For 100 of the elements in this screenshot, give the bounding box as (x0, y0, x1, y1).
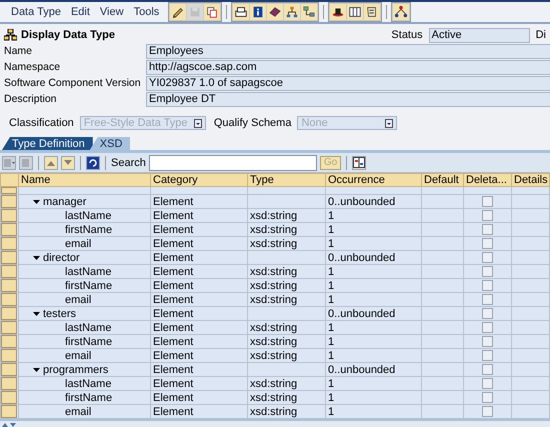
checkbox[interactable] (482, 294, 493, 306)
row-selector[interactable] (1, 349, 17, 362)
occurrence-cell: 1 (328, 350, 334, 362)
type-cell: xsd:string (250, 210, 298, 222)
tab[interactable]: Type Definition (2, 137, 93, 150)
insert-icon[interactable] (2, 156, 16, 170)
row-selector[interactable] (1, 321, 17, 334)
column-header[interactable]: Name (18, 174, 150, 186)
checkbox[interactable] (482, 238, 493, 250)
node-name[interactable]: email (65, 350, 92, 362)
menu-item[interactable]: Data Type (6, 6, 66, 18)
columns-icon[interactable] (347, 4, 364, 20)
column-header[interactable]: Default (422, 174, 464, 186)
checkbox[interactable] (482, 364, 493, 376)
search-label: Search (111, 156, 146, 168)
column-header[interactable]: Category (150, 174, 248, 186)
category-cell: Element (153, 364, 194, 376)
column-header[interactable]: Deleta... (464, 174, 512, 186)
row-selector[interactable] (1, 223, 17, 236)
tree-icon[interactable] (393, 4, 410, 20)
type-cell: xsd:string (250, 392, 298, 404)
category-cell: Element (153, 196, 194, 208)
occurrence-cell: 1 (328, 210, 334, 222)
row-selector[interactable] (1, 307, 17, 320)
type-cell: xsd:string (250, 350, 298, 362)
caret-icon[interactable] (33, 366, 40, 372)
category-cell: Element (153, 252, 194, 264)
checkbox[interactable] (482, 196, 493, 208)
hat-icon[interactable] (330, 4, 346, 20)
category-cell: Element (153, 322, 194, 334)
checkbox[interactable] (482, 406, 493, 418)
row-selector[interactable] (1, 209, 17, 222)
checkbox[interactable] (482, 266, 493, 278)
field-label: Software Component Version (4, 76, 142, 90)
checkbox[interactable] (482, 322, 493, 334)
scroll-icon[interactable] (364, 4, 380, 20)
type-cell: xsd:string (250, 280, 298, 292)
occurrence-cell: 1 (328, 322, 334, 334)
column-header[interactable]: Type (248, 174, 326, 186)
row-selector[interactable] (1, 293, 17, 306)
page-title: Display Data Type (21, 29, 116, 41)
checkbox[interactable] (482, 336, 493, 348)
text-field[interactable]: YI029837 1.0 of sapagscoe (146, 76, 550, 91)
checkbox[interactable] (482, 224, 493, 236)
menu-item[interactable]: View (94, 6, 129, 18)
menu-item[interactable]: Tools (128, 6, 164, 18)
category-cell: Element (153, 294, 194, 306)
row-selector[interactable] (1, 279, 17, 292)
up-icon[interactable] (44, 156, 58, 170)
checkbox[interactable] (482, 350, 493, 362)
column-header[interactable]: Occurrence (326, 174, 422, 186)
caret-icon[interactable] (33, 254, 40, 260)
field-label: Classification (9, 117, 74, 129)
text-field[interactable]: Employees (146, 44, 550, 59)
down-icon[interactable] (61, 156, 75, 170)
node-name[interactable]: email (65, 406, 92, 418)
node-name[interactable]: email (65, 238, 92, 250)
info-icon[interactable] (250, 4, 266, 20)
checkbox[interactable] (482, 210, 493, 222)
field-label: Description (4, 92, 58, 106)
row-selector[interactable] (1, 363, 17, 376)
row-selector[interactable] (1, 265, 17, 278)
search-field[interactable] (148, 154, 317, 170)
column-header[interactable]: Details (512, 174, 550, 186)
network-icon[interactable] (301, 4, 318, 20)
row-selector[interactable] (1, 405, 17, 418)
row-selector[interactable] (2, 188, 17, 194)
book-icon[interactable] (267, 4, 284, 20)
text-field[interactable]: Employee DT (146, 92, 550, 107)
checkbox[interactable] (482, 252, 493, 264)
checkbox[interactable] (482, 308, 493, 320)
resize-icon[interactable] (2, 422, 18, 427)
row-selector[interactable] (1, 377, 17, 390)
occurrence-cell: 1 (328, 378, 334, 390)
caret-icon[interactable] (33, 198, 40, 204)
category-cell: Element (153, 210, 194, 222)
menu-item[interactable]: Edit (66, 6, 95, 18)
checkbox[interactable] (482, 378, 493, 390)
hierarchy-icon[interactable] (284, 4, 300, 20)
tab[interactable]: XSD (90, 137, 130, 150)
field-label: Namespace (4, 60, 62, 74)
category-cell: Element (153, 336, 194, 348)
row-selector[interactable] (1, 335, 17, 348)
refresh-icon[interactable] (86, 156, 100, 170)
delete-icon[interactable] (19, 156, 33, 170)
copy-icon[interactable] (204, 4, 220, 20)
text-field[interactable]: http://agscoe.sap.com (146, 60, 550, 75)
print-icon[interactable] (233, 4, 250, 20)
row-selector[interactable] (1, 251, 17, 264)
columns-icon[interactable] (352, 156, 366, 170)
checkbox[interactable] (482, 392, 493, 404)
pencil-icon[interactable] (170, 4, 186, 20)
row-selector[interactable] (1, 391, 17, 404)
caret-icon[interactable] (33, 310, 40, 316)
row-selector[interactable] (1, 195, 17, 208)
node-name[interactable]: email (65, 294, 92, 306)
field-label: Di (536, 29, 546, 41)
checkbox[interactable] (482, 280, 493, 292)
row-selector[interactable] (1, 237, 17, 250)
category-cell: Element (153, 224, 194, 236)
